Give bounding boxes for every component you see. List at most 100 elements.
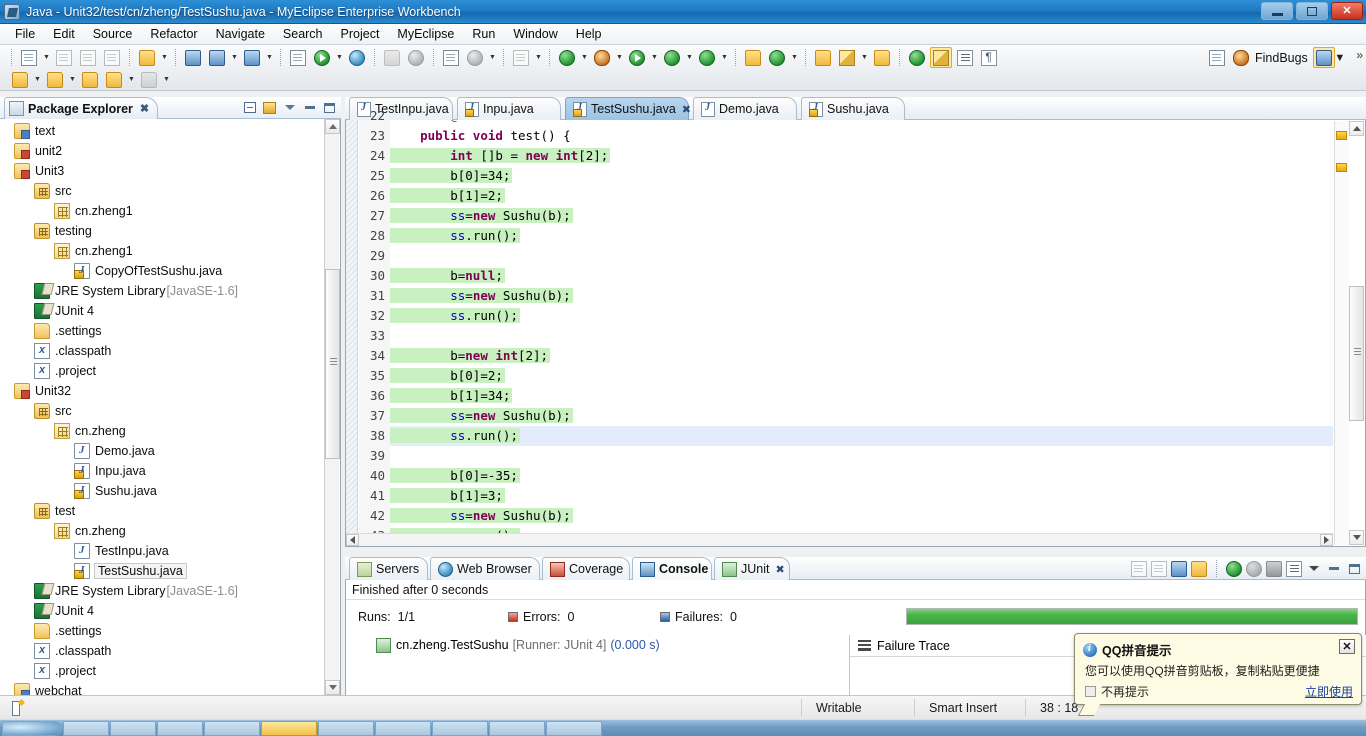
tree-item[interactable]: Demo.java xyxy=(0,441,325,461)
bottom-tab-console[interactable]: Console xyxy=(632,557,712,580)
code-line[interactable]: b[0]=-35; xyxy=(390,466,1333,486)
history-icon[interactable] xyxy=(405,47,427,68)
search-dropdown-icon[interactable] xyxy=(487,47,498,68)
previous-annotation-icon[interactable] xyxy=(9,69,31,90)
next-failure-icon[interactable] xyxy=(1131,560,1147,577)
open-type-icon[interactable] xyxy=(287,47,309,68)
package-explorer-tree[interactable]: text unit2 Unit3 src cn.zheng1 testing cn.zhen… xyxy=(0,119,341,695)
tree-item[interactable]: Inpu.java xyxy=(0,461,325,481)
code-line[interactable]: ss=new Sushu(b); xyxy=(390,206,1333,226)
code-line[interactable]: b=null; xyxy=(390,266,1333,286)
close-icon[interactable]: ✖ xyxy=(775,563,784,576)
maximize-icon[interactable] xyxy=(1346,561,1362,577)
camera-icon[interactable] xyxy=(510,47,532,68)
pilcrow-icon[interactable] xyxy=(978,47,1000,68)
code-line[interactable] xyxy=(390,326,1333,346)
tree-item[interactable]: .project xyxy=(0,361,325,381)
code-line[interactable]: int []b = new int[2]; xyxy=(390,146,1333,166)
run-dropdown-icon[interactable] xyxy=(649,47,660,68)
findbugs-label[interactable]: FindBugs xyxy=(1255,51,1308,65)
tree-item[interactable]: test xyxy=(0,501,325,521)
edit-icon[interactable] xyxy=(836,47,858,68)
tree-item[interactable]: testing xyxy=(0,221,325,241)
close-button[interactable]: ✕ xyxy=(1331,2,1363,20)
code-line[interactable] xyxy=(390,246,1333,266)
back-icon[interactable] xyxy=(79,69,101,90)
tree-item[interactable]: src xyxy=(0,181,325,201)
close-icon[interactable]: ✖ xyxy=(682,103,691,116)
tree-item[interactable]: TestSushu.java xyxy=(0,561,325,581)
edit-dropdown-icon[interactable] xyxy=(859,47,870,68)
close-folder-icon[interactable] xyxy=(871,47,893,68)
skip-breakpoints-icon[interactable] xyxy=(906,47,928,68)
save-icon[interactable] xyxy=(53,47,75,68)
tree-item[interactable]: .classpath xyxy=(0,641,325,661)
test-result-row[interactable]: cn.zheng.TestSushu [Runner: JUnit 4] (0.… xyxy=(346,635,849,655)
new-class-dropdown-icon[interactable] xyxy=(789,47,800,68)
code-line[interactable]: ss=new Sushu(b); xyxy=(390,286,1333,306)
annotation-ruler[interactable] xyxy=(346,120,358,546)
previous-annotation-dropdown-icon[interactable] xyxy=(32,69,43,90)
taskbar-item[interactable] xyxy=(489,720,545,736)
print-icon[interactable] xyxy=(101,47,123,68)
rerun-failed-icon[interactable] xyxy=(1246,560,1262,577)
code-line[interactable]: b[0]=34; xyxy=(390,166,1333,186)
editor-horizontal-scrollbar[interactable] xyxy=(346,533,1333,546)
stop-icon[interactable] xyxy=(1266,560,1282,577)
code-line[interactable]: b[1]=2; xyxy=(390,186,1333,206)
taskbar-item[interactable] xyxy=(375,720,431,736)
taskbar-item[interactable] xyxy=(63,720,109,736)
scroll-up-icon[interactable] xyxy=(1349,121,1364,136)
taskbar-item[interactable] xyxy=(546,720,602,736)
new-wizard-icon[interactable] xyxy=(18,47,40,68)
menu-window[interactable]: Window xyxy=(504,25,566,43)
minimize-button[interactable] xyxy=(1261,2,1293,20)
scroll-down-icon[interactable] xyxy=(1349,530,1364,545)
tree-item[interactable]: text xyxy=(0,121,325,141)
tree-item[interactable]: Sushu.java xyxy=(0,481,325,501)
bottom-tab-servers[interactable]: Servers xyxy=(349,557,428,580)
code-line[interactable]: ss.run(); xyxy=(390,426,1333,446)
tree-item[interactable]: .project xyxy=(0,661,325,681)
scrollbar-thumb[interactable] xyxy=(1349,286,1364,421)
external-tools-icon[interactable] xyxy=(381,47,403,68)
maximize-button[interactable] xyxy=(1296,2,1328,20)
lock-scroll-icon[interactable] xyxy=(1191,560,1207,577)
code-text-area[interactable]: @Test public void test() { int []b = new… xyxy=(390,120,1333,546)
tree-item[interactable]: TestInpu.java xyxy=(0,541,325,561)
tree-item[interactable]: JRE System Library [JavaSE-1.6] xyxy=(0,581,325,601)
myeclipse-dropdown-icon[interactable] xyxy=(159,47,170,68)
start-button[interactable] xyxy=(2,720,62,736)
code-line[interactable]: b[1]=3; xyxy=(390,486,1333,506)
open-folder-icon[interactable] xyxy=(812,47,834,68)
scroll-down-icon[interactable] xyxy=(325,680,340,695)
code-line[interactable]: b[1]=34; xyxy=(390,386,1333,406)
debug-dropdown-icon[interactable] xyxy=(579,47,590,68)
close-icon[interactable]: ✖ xyxy=(140,102,149,115)
warning-marker-icon[interactable] xyxy=(1336,131,1347,140)
new-server-icon[interactable] xyxy=(206,47,228,68)
new-java-project-icon[interactable] xyxy=(1206,47,1228,68)
editor-tab-demo-java[interactable]: Demo.java xyxy=(693,97,797,120)
editor-tab-testsushu-java[interactable]: TestSushu.java ✖ xyxy=(565,97,691,120)
tree-item[interactable]: cn.zheng1 xyxy=(0,241,325,261)
tree-item[interactable]: JUnit 4 xyxy=(0,301,325,321)
menu-search[interactable]: Search xyxy=(274,25,332,43)
menu-refactor[interactable]: Refactor xyxy=(141,25,206,43)
bottom-tab-web-browser[interactable]: Web Browser xyxy=(430,557,540,580)
collapse-all-icon[interactable] xyxy=(241,99,258,116)
dont-show-again-checkbox[interactable] xyxy=(1085,686,1096,697)
new-report-icon[interactable] xyxy=(440,47,462,68)
menu-edit[interactable]: Edit xyxy=(44,25,84,43)
previous-failure-icon[interactable] xyxy=(1151,560,1167,577)
new-package-icon[interactable] xyxy=(742,47,764,68)
next-annotation-icon[interactable] xyxy=(44,69,66,90)
toggle-mark-occurrences-icon[interactable] xyxy=(930,47,952,68)
run-secure-dropdown-icon[interactable] xyxy=(719,47,730,68)
tree-item[interactable]: .settings xyxy=(0,321,325,341)
run-configuration-dropdown-icon[interactable] xyxy=(334,47,345,68)
taskbar-item[interactable] xyxy=(157,720,203,736)
menu-help[interactable]: Help xyxy=(567,25,611,43)
bottom-tab-junit[interactable]: JUnit ✖ xyxy=(714,557,790,580)
tree-item[interactable]: src xyxy=(0,401,325,421)
